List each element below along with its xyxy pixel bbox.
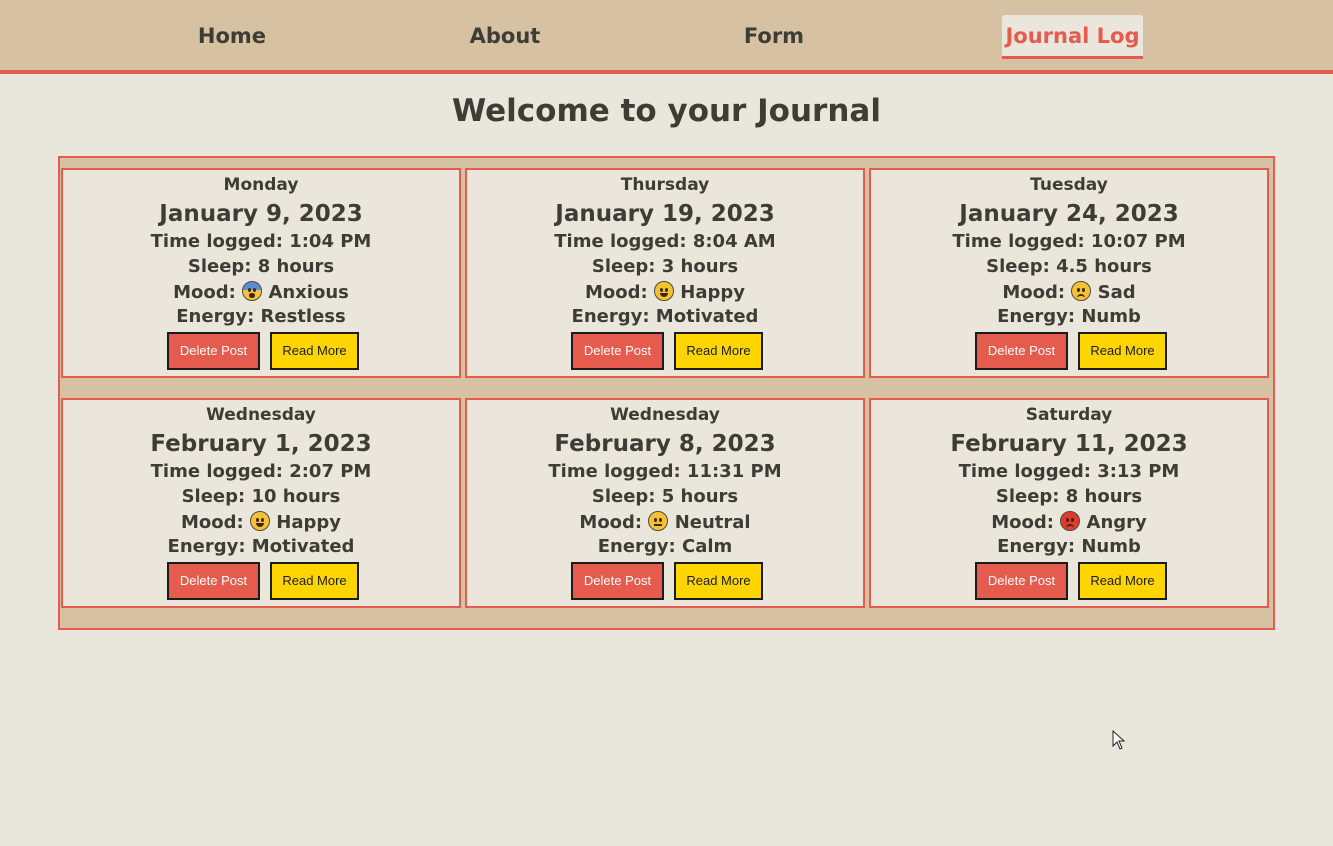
mood-value: Anxious	[268, 282, 349, 303]
mood-label: Mood:	[180, 512, 244, 533]
delete-post-button[interactable]: Delete Post	[975, 332, 1068, 370]
entry-sleep: Sleep: 8 hours	[995, 486, 1143, 507]
happy-face-icon	[250, 511, 270, 531]
entry-time-logged: Time logged: 8:04 AM	[554, 231, 776, 252]
sad-face-icon	[1071, 281, 1092, 301]
entry-day: Saturday	[1025, 405, 1113, 425]
entry-sleep: Sleep: 3 hours	[591, 256, 739, 277]
journal-entry-card: Saturday February 11, 2023 Time logged: …	[869, 398, 1269, 608]
read-more-button[interactable]: Read More	[270, 562, 359, 600]
read-more-button[interactable]: Read More	[1078, 332, 1167, 370]
entry-day: Thursday	[620, 175, 710, 195]
read-more-button[interactable]: Read More	[674, 332, 763, 370]
entry-date: January 19, 2023	[555, 201, 775, 227]
entry-mood: Mood: Neutral	[467, 511, 863, 533]
entry-date: February 8, 2023	[554, 431, 776, 457]
nav-about-link[interactable]: About	[458, 15, 552, 57]
journal-grid: Monday January 9, 2023 Time logged: 1:04…	[58, 156, 1275, 630]
entry-mood: Mood: Happy	[63, 511, 459, 533]
entry-date: January 9, 2023	[159, 201, 363, 227]
entry-energy: Energy: Numb	[997, 306, 1141, 327]
angry-face-icon	[1060, 511, 1081, 531]
mood-label: Mood:	[579, 512, 643, 533]
mood-value: Angry	[1086, 512, 1147, 533]
entry-mood: Mood: Happy	[467, 281, 863, 303]
entry-energy: Energy: Motivated	[167, 536, 355, 557]
entry-time-logged: Time logged: 3:13 PM	[958, 461, 1180, 482]
read-more-button[interactable]: Read More	[674, 562, 763, 600]
anxious-face-icon	[242, 281, 263, 301]
entry-mood: Mood: Anxious	[63, 281, 459, 303]
entry-time-logged: Time logged: 2:07 PM	[150, 461, 372, 482]
entry-day: Wednesday	[610, 405, 720, 425]
top-navbar: Home About Form Journal Log	[0, 0, 1333, 74]
entry-day: Monday	[223, 175, 299, 195]
delete-post-button[interactable]: Delete Post	[167, 562, 260, 600]
entry-sleep: Sleep: 4.5 hours	[986, 256, 1152, 277]
entry-time-logged: Time logged: 10:07 PM	[952, 231, 1186, 252]
mood-label: Mood:	[584, 282, 648, 303]
read-more-button[interactable]: Read More	[270, 332, 359, 370]
entry-energy: Energy: Calm	[597, 536, 733, 557]
entry-mood: Mood: Sad	[871, 281, 1267, 303]
entry-energy: Energy: Motivated	[571, 306, 759, 327]
journal-entry-card: Wednesday February 1, 2023 Time logged: …	[61, 398, 461, 608]
mood-label: Mood:	[991, 512, 1054, 533]
delete-post-button[interactable]: Delete Post	[167, 332, 260, 370]
mood-label: Mood:	[1002, 282, 1066, 303]
entry-time-logged: Time logged: 11:31 PM	[548, 461, 782, 482]
mood-value: Happy	[680, 282, 745, 303]
happy-face-icon	[654, 281, 674, 301]
entry-energy: Energy: Numb	[997, 536, 1141, 557]
entry-day: Tuesday	[1030, 175, 1108, 195]
journal-entry-card: Tuesday January 24, 2023 Time logged: 10…	[869, 168, 1269, 378]
mouse-cursor-icon	[1112, 730, 1126, 750]
nav-form-link[interactable]: Form	[732, 15, 816, 57]
delete-post-button[interactable]: Delete Post	[571, 332, 664, 370]
entry-date: February 11, 2023	[950, 431, 1188, 457]
mood-value: Neutral	[674, 512, 751, 533]
mood-value: Sad	[1097, 282, 1136, 303]
nav-journal-log-link[interactable]: Journal Log	[1002, 15, 1143, 59]
mood-value: Happy	[276, 512, 341, 533]
entry-time-logged: Time logged: 1:04 PM	[150, 231, 372, 252]
delete-post-button[interactable]: Delete Post	[975, 562, 1068, 600]
entry-day: Wednesday	[206, 405, 316, 425]
read-more-button[interactable]: Read More	[1078, 562, 1167, 600]
entry-sleep: Sleep: 5 hours	[591, 486, 739, 507]
journal-entry-card: Wednesday February 8, 2023 Time logged: …	[465, 398, 865, 608]
nav-home-link[interactable]: Home	[186, 15, 278, 57]
entry-date: January 24, 2023	[959, 201, 1179, 227]
entry-sleep: Sleep: 8 hours	[187, 256, 335, 277]
entry-energy: Energy: Restless	[176, 306, 346, 327]
entry-date: February 1, 2023	[150, 431, 372, 457]
entry-mood: Mood: Angry	[871, 511, 1267, 533]
delete-post-button[interactable]: Delete Post	[571, 562, 664, 600]
page-title: Welcome to your Journal	[452, 93, 881, 129]
entry-sleep: Sleep: 10 hours	[181, 486, 341, 507]
journal-entry-card: Monday January 9, 2023 Time logged: 1:04…	[61, 168, 461, 378]
journal-entry-card: Thursday January 19, 2023 Time logged: 8…	[465, 168, 865, 378]
neutral-face-icon	[648, 511, 669, 531]
mood-label: Mood:	[173, 282, 236, 303]
